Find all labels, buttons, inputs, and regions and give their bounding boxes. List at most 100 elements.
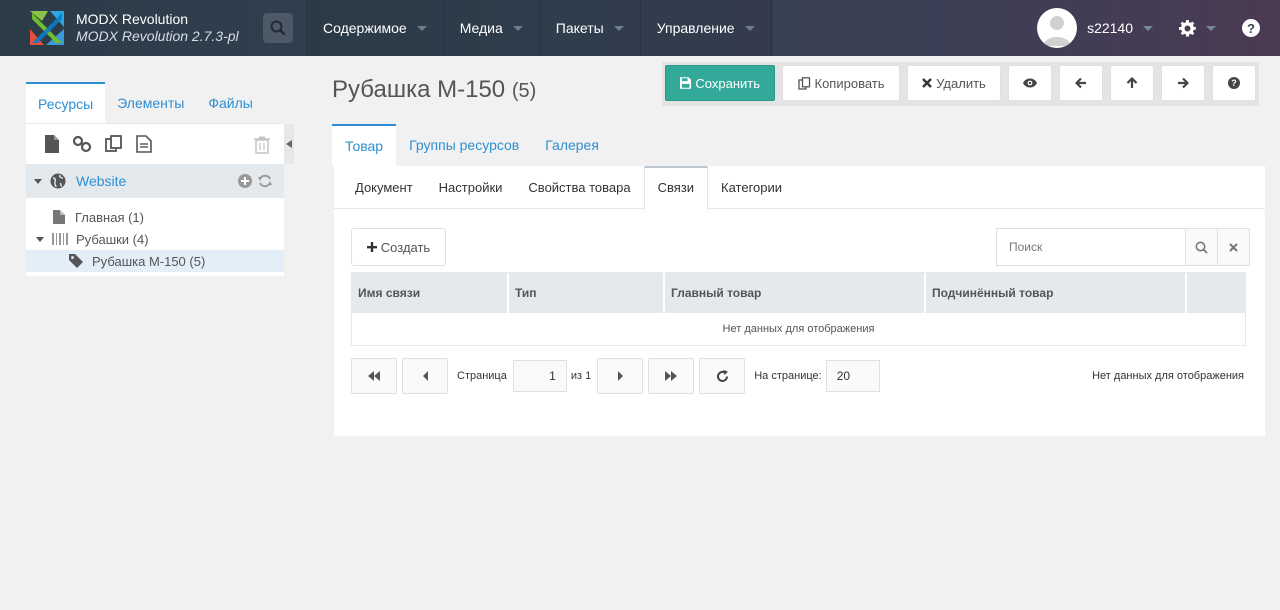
tab-gallery[interactable]: Галерея: [532, 124, 612, 166]
settings-menu[interactable]: [1179, 19, 1216, 37]
search-button[interactable]: [263, 13, 293, 43]
tab-links[interactable]: Связи: [643, 166, 709, 210]
search-submit-button[interactable]: [1186, 228, 1218, 266]
tab-product-properties[interactable]: Свойства товара: [515, 166, 643, 208]
preview-button[interactable]: [1008, 65, 1052, 101]
chevron-down-icon: [613, 25, 624, 31]
last-page-button[interactable]: [648, 358, 695, 394]
per-page-label: На странице:: [754, 370, 822, 382]
refresh-icon[interactable]: [258, 174, 272, 188]
copy-button[interactable]: Копировать: [782, 65, 900, 101]
help-icon[interactable]: ?: [1242, 19, 1260, 37]
nav-media-label: Медиа: [459, 20, 503, 36]
save-button[interactable]: Сохранить: [665, 65, 775, 101]
next-page-button[interactable]: [597, 358, 644, 394]
page-number-input[interactable]: [512, 360, 567, 392]
pager-info: Нет данных для отображения: [1092, 370, 1244, 382]
tree-node-home[interactable]: Главная (1): [26, 206, 284, 228]
prev-page-button[interactable]: [402, 358, 448, 394]
help-button[interactable]: ?: [1212, 65, 1256, 101]
nav-packages-label: Пакеты: [555, 20, 604, 36]
nav-manage[interactable]: Управление: [639, 0, 771, 56]
per-page-input[interactable]: [825, 360, 880, 392]
expand-caret-icon[interactable]: [36, 236, 44, 242]
tab-resources[interactable]: Ресурсы: [26, 82, 106, 123]
refresh-icon: [716, 369, 728, 382]
chevron-down-icon: [1206, 25, 1216, 31]
tab-resource-groups[interactable]: Группы ресурсов: [396, 124, 532, 166]
nav-packages[interactable]: Пакеты: [538, 0, 640, 56]
tag-icon: [69, 254, 83, 268]
page-title-text: Рубашка М-150: [332, 76, 506, 103]
tab-document[interactable]: Документ: [342, 166, 426, 208]
chevron-down-icon[interactable]: [1143, 25, 1153, 31]
eye-icon: [1023, 78, 1037, 88]
copy-icon[interactable]: [104, 135, 124, 153]
arrow-up-icon: [1126, 77, 1138, 88]
collapse-sidebar-handle[interactable]: [284, 124, 294, 164]
tab-settings[interactable]: Настройки: [426, 166, 516, 208]
tree-root-website[interactable]: Website: [26, 164, 284, 198]
link-icon[interactable]: [72, 135, 92, 153]
clear-search-button[interactable]: [1218, 228, 1250, 266]
nav-manage-label: Управление: [656, 20, 735, 36]
chevron-left-icon: [286, 140, 292, 148]
modx-logo-icon: [28, 9, 66, 47]
tree-node-label: Рубашка М-150 (5): [92, 253, 206, 269]
delete-button[interactable]: Удалить: [907, 65, 1001, 101]
column-header-slave-product[interactable]: Подчинённый товар: [926, 273, 1187, 313]
trash-icon[interactable]: [254, 136, 270, 154]
double-chevron-left-icon: [368, 371, 380, 381]
nav-content-label: Содержимое: [323, 20, 407, 36]
nav-media[interactable]: Медиа: [442, 0, 539, 56]
tree-node-label: Главная (1): [75, 209, 144, 225]
create-button-label: Создать: [380, 239, 431, 255]
arrow-right-icon: [1178, 77, 1189, 89]
avatar[interactable]: [1037, 8, 1078, 48]
logo[interactable]: MODX Revolution MODX Revolution 2.7.3-pl: [0, 0, 250, 56]
add-circle-icon[interactable]: [238, 174, 252, 188]
file-text-icon[interactable]: [136, 135, 152, 153]
tree-toolbar: [26, 124, 284, 164]
top-search[interactable]: [250, 0, 306, 56]
chevron-down-icon: [416, 25, 427, 31]
double-chevron-right-icon: [665, 371, 678, 381]
document-icon: [53, 210, 65, 224]
create-link-button[interactable]: Создать: [351, 228, 446, 266]
parent-resource-button[interactable]: [1110, 65, 1154, 101]
page-of-label: из 1: [570, 370, 592, 382]
tab-files[interactable]: Файлы: [196, 82, 264, 123]
copy-icon: [797, 76, 810, 90]
new-document-icon[interactable]: [44, 135, 60, 153]
close-icon: [922, 78, 933, 88]
tab-elements[interactable]: Элементы: [105, 82, 196, 123]
username[interactable]: s22140: [1087, 20, 1133, 36]
tree-node-shirt-m150[interactable]: Рубашка М-150 (5): [26, 250, 284, 272]
svg-text:?: ?: [1231, 78, 1237, 88]
tree-root-label: Website: [76, 173, 127, 189]
gear-icon: [1179, 19, 1196, 37]
first-page-button[interactable]: [351, 358, 397, 394]
tree-node-label: Рубашки (4): [76, 231, 149, 247]
product-subtabs: Документ Настройки Свойства товара Связи…: [334, 166, 1265, 210]
search-icon: [1195, 241, 1208, 254]
tab-product[interactable]: Товар: [332, 124, 397, 166]
next-resource-button[interactable]: [1161, 65, 1205, 101]
nav-content[interactable]: Содержимое: [306, 0, 443, 56]
refresh-button[interactable]: [699, 358, 746, 394]
column-header-actions: [1187, 273, 1245, 313]
prev-resource-button[interactable]: [1059, 65, 1103, 101]
column-header-type[interactable]: Тип: [509, 273, 665, 313]
chevron-left-icon: [422, 371, 428, 381]
search-input[interactable]: [996, 228, 1186, 266]
links-grid: Имя связи Тип Главный товар Подчинённый …: [351, 272, 1246, 346]
tab-categories[interactable]: Категории: [708, 166, 795, 208]
expand-caret-icon[interactable]: [34, 178, 42, 184]
resource-tree-panel: Ресурсы Элементы Файлы Website Главная (…: [26, 82, 294, 276]
column-header-master-product[interactable]: Главный товар: [665, 273, 926, 313]
copy-button-label: Копировать: [814, 75, 885, 91]
tree-node-shirts[interactable]: Рубашки (4): [26, 228, 284, 250]
column-header-link-name[interactable]: Имя связи: [352, 273, 509, 313]
resource-tabs: Товар Группы ресурсов Галерея: [332, 124, 612, 166]
question-icon: ?: [1228, 77, 1240, 89]
